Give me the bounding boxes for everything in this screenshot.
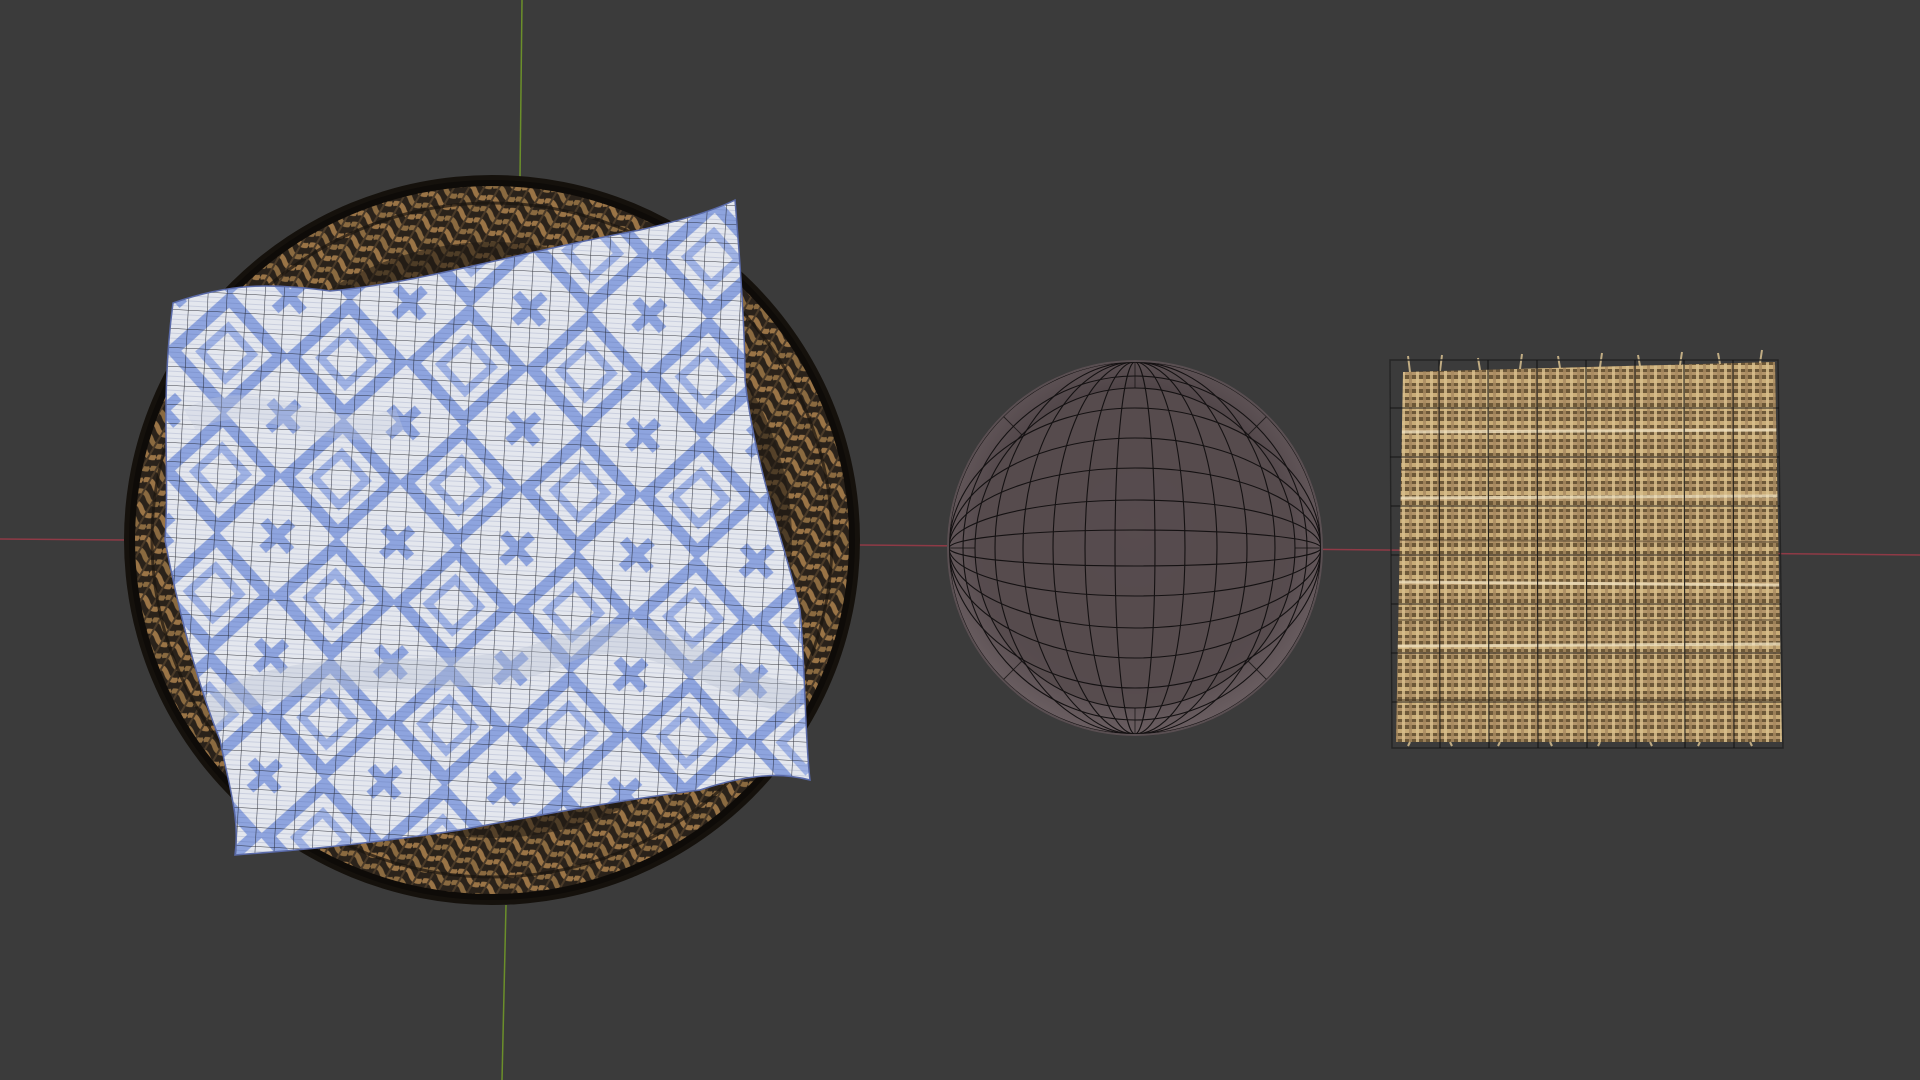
- 3d-viewport[interactable]: [0, 0, 1920, 1080]
- x-axis-line-left: [0, 538, 131, 541]
- burlap-square[interactable]: [1389, 349, 1790, 755]
- y-axis-line-lower: [501, 904, 507, 1080]
- viewport-scene[interactable]: [0, 0, 1920, 1080]
- y-axis-line: [519, 0, 523, 179]
- wooden-plate[interactable]: [947, 360, 1323, 736]
- cloth-napkin[interactable]: [140, 190, 840, 880]
